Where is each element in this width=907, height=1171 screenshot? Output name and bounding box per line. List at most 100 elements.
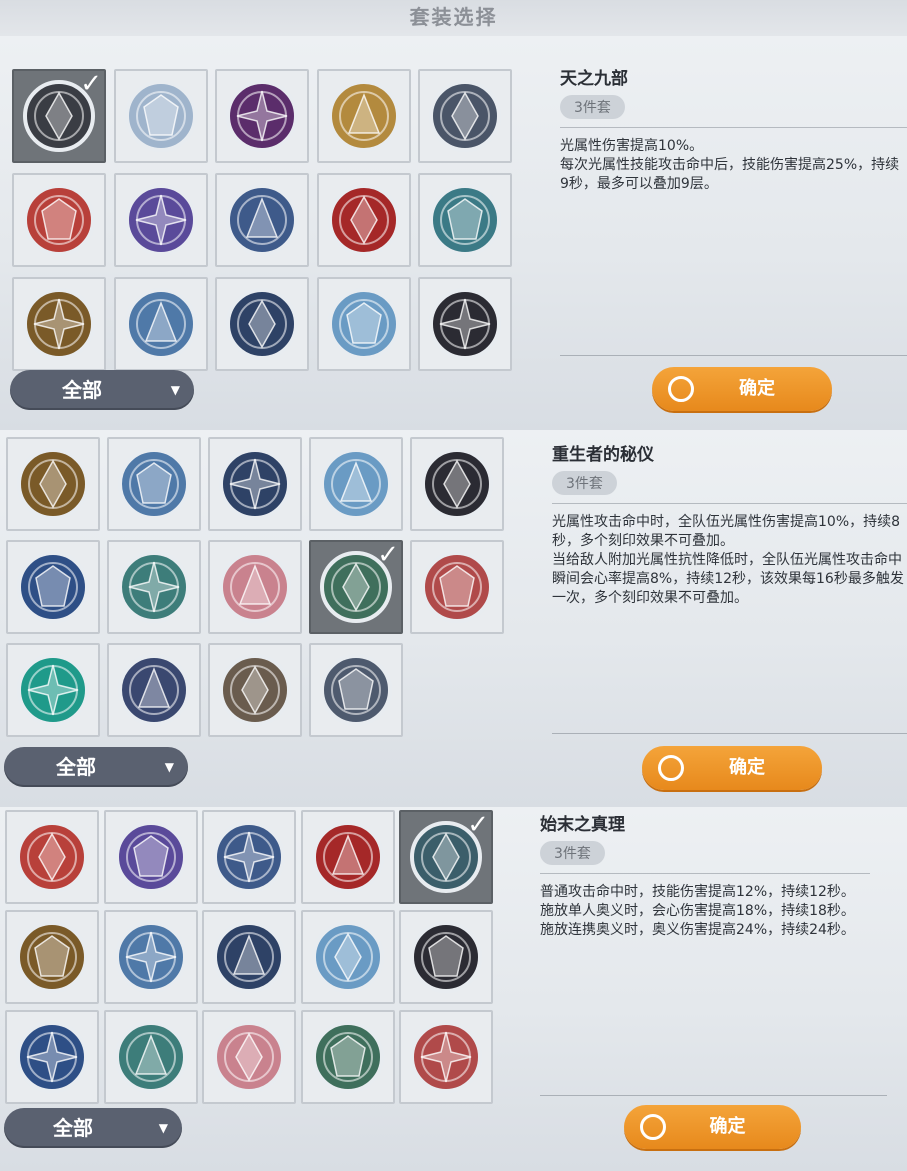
set-selection-panel-1: ✓ 天之九部 3件套 光属性伤害提高10%。 每次光属性技能攻击命中后，技能伤害… xyxy=(0,36,907,430)
triangle-down-icon: ▼ xyxy=(164,760,174,774)
scorpion-emblem-icon xyxy=(118,654,190,726)
emblem-tile[interactable] xyxy=(6,437,100,531)
set-selection-panel-3: ✓ 始末之真理 3件套 普通攻击命中时，技能伤害提高12%，持续12秒。 施放单… xyxy=(0,807,907,1171)
ice-mountain-emblem-icon xyxy=(118,448,190,520)
set-info: 天之九部 3件套 光属性伤害提高10%。 每次光属性技能攻击命中后，技能伤害提高… xyxy=(560,64,907,194)
emblem-tile[interactable] xyxy=(202,810,296,904)
emblem-tile[interactable] xyxy=(113,277,208,371)
confirm-button[interactable]: 确定 xyxy=(624,1105,801,1149)
emblem-tile[interactable] xyxy=(300,1010,395,1104)
emblem-tile[interactable] xyxy=(6,643,100,737)
red-crossed-swords-emblem-icon xyxy=(421,551,493,623)
set-selection-panel-2: ✓ 重生者的秘仪 3件套 光属性攻击命中时，全队伍光属性伤害提高10%，持续8秒… xyxy=(0,430,907,807)
pharaoh-emblem-icon xyxy=(311,1021,384,1093)
emblem-tile[interactable] xyxy=(12,277,106,371)
crescent-sword-emblem-icon xyxy=(429,80,501,152)
info-divider xyxy=(560,127,907,128)
emblem-tile[interactable] xyxy=(107,643,201,737)
emblem-tile[interactable] xyxy=(316,277,411,371)
emblem-tile[interactable] xyxy=(5,1010,99,1104)
emblem-tile[interactable] xyxy=(316,173,411,267)
emblem-tile[interactable] xyxy=(418,69,512,163)
confirm-button[interactable]: 确定 xyxy=(642,746,822,790)
blue-knight-crest-emblem-icon xyxy=(17,551,89,623)
set-description: 普通攻击命中时，技能伤害提高12%，持续12秒。 施放单人奥义时，会心伤害提高1… xyxy=(540,884,855,938)
golden-mask-emblem-icon xyxy=(23,288,95,360)
emblem-tile[interactable]: ✓ xyxy=(399,810,493,904)
blue-compass-emblem-icon xyxy=(213,821,285,893)
ice-star-emblem-icon xyxy=(311,921,384,993)
ice-star-emblem-icon xyxy=(327,288,400,360)
teal-dragon-emblem-icon xyxy=(118,551,190,623)
emblem-tile[interactable] xyxy=(399,1010,493,1104)
emblem-tile[interactable] xyxy=(113,173,208,267)
emblem-tile[interactable] xyxy=(113,69,208,163)
wolf-silhouette-emblem-icon xyxy=(226,288,298,360)
set-info: 重生者的秘仪 3件套 光属性攻击命中时，全队伍光属性伤害提高10%，持续8秒，多… xyxy=(552,440,907,608)
golden-dragon-emblem-icon xyxy=(327,80,400,152)
violet-castle-emblem-icon xyxy=(114,821,187,893)
set-name: 天之九部 xyxy=(560,69,628,89)
emblem-tile[interactable] xyxy=(215,173,309,267)
silver-swan-emblem-icon xyxy=(124,80,197,152)
purple-demon-emblem-icon xyxy=(226,80,298,152)
emblem-tile[interactable] xyxy=(208,540,302,634)
serpent-pyramid-emblem-icon xyxy=(421,448,493,520)
crimson-orbit-emblem-icon xyxy=(23,184,95,256)
set-piece-badge: 3件套 xyxy=(540,841,605,865)
emblem-tile[interactable] xyxy=(300,810,395,904)
info-divider xyxy=(540,873,870,874)
filter-dropdown[interactable]: 全部 ▼ xyxy=(10,370,194,410)
emblem-tile[interactable] xyxy=(5,810,99,904)
set-info: 始末之真理 3件套 普通攻击命中时，技能伤害提高12%，持续12秒。 施放单人奥… xyxy=(540,810,907,940)
emblem-tile[interactable] xyxy=(107,437,201,531)
filter-label: 全部 xyxy=(62,378,102,402)
emblem-tile[interactable] xyxy=(399,910,493,1004)
emblem-tile[interactable] xyxy=(208,437,302,531)
confirm-button[interactable]: 确定 xyxy=(652,367,832,411)
checkmark-icon: ✓ xyxy=(467,810,489,840)
emblem-tile[interactable]: ✓ xyxy=(309,540,403,634)
emblem-tile[interactable] xyxy=(300,910,395,1004)
info-divider xyxy=(552,503,907,504)
emblem-tile[interactable] xyxy=(215,69,309,163)
pink-swirl-blades-emblem-icon xyxy=(213,1021,285,1093)
emblem-tile[interactable] xyxy=(309,437,403,531)
emblem-tile[interactable] xyxy=(103,810,198,904)
emblem-tile[interactable] xyxy=(215,277,309,371)
page-title: 套装选择 xyxy=(409,5,498,29)
bottom-divider xyxy=(540,1095,887,1096)
emblem-tile[interactable] xyxy=(107,540,201,634)
emblem-tile[interactable] xyxy=(202,1010,296,1104)
triangle-down-icon: ▼ xyxy=(170,383,180,397)
filter-label: 全部 xyxy=(53,1116,93,1140)
emblem-tile[interactable] xyxy=(103,910,198,1004)
bottom-divider xyxy=(552,733,907,734)
emblem-tile[interactable] xyxy=(309,643,403,737)
ice-mountain-emblem-icon xyxy=(124,288,197,360)
emblem-tile[interactable] xyxy=(316,69,411,163)
emblem-tile[interactable] xyxy=(410,437,504,531)
emblem-tile[interactable] xyxy=(12,173,106,267)
blue-compass-emblem-icon xyxy=(226,184,298,256)
emblem-tile[interactable] xyxy=(5,910,99,1004)
emblem-tile[interactable] xyxy=(6,540,100,634)
emblem-tile[interactable] xyxy=(418,277,512,371)
emblem-tile[interactable] xyxy=(202,910,296,1004)
emblem-tile[interactable]: ✓ xyxy=(12,69,106,163)
emblem-tile[interactable] xyxy=(418,173,512,267)
emblem-tile[interactable] xyxy=(103,1010,198,1104)
emblem-tile[interactable] xyxy=(410,540,504,634)
pink-swirl-blades-emblem-icon xyxy=(219,551,291,623)
teal-pinwheel-emblem-icon xyxy=(17,654,89,726)
silver-temple-emblem-icon xyxy=(320,654,392,726)
ice-star-emblem-icon xyxy=(320,448,392,520)
filter-dropdown[interactable]: 全部 ▼ xyxy=(4,1108,182,1148)
blue-knight-crest-emblem-icon xyxy=(16,1021,88,1093)
bronze-claw-emblem-icon xyxy=(219,654,291,726)
confirm-label: 确定 xyxy=(739,378,775,399)
golden-mask-emblem-icon xyxy=(16,921,88,993)
emblem-tile[interactable] xyxy=(208,643,302,737)
filter-dropdown[interactable]: 全部 ▼ xyxy=(4,747,188,787)
circle-icon xyxy=(658,755,684,781)
